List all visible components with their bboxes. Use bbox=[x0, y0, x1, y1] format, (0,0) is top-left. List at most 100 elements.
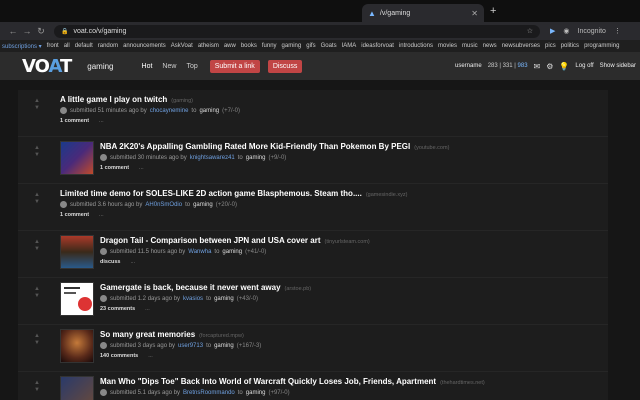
post-subverse[interactable]: gaming bbox=[214, 296, 234, 302]
post-thumbnail[interactable] bbox=[60, 141, 94, 175]
post-domain[interactable]: (gamesindie.xyz) bbox=[366, 192, 408, 198]
subscription-link[interactable]: AskVoat bbox=[171, 43, 193, 49]
post-title[interactable]: Dragon Tail - Comparison between JPN and… bbox=[100, 236, 321, 245]
more-options[interactable]: ... bbox=[99, 118, 104, 124]
subverse-name[interactable]: gaming bbox=[87, 62, 113, 71]
upvote-icon[interactable]: ▲ bbox=[32, 145, 42, 152]
subscription-link[interactable]: default bbox=[75, 43, 93, 49]
post-domain[interactable]: (thehardtimes.net) bbox=[440, 380, 485, 386]
subscription-link[interactable]: introductions bbox=[399, 43, 433, 49]
username-link[interactable]: username bbox=[455, 63, 482, 69]
tab-new[interactable]: New bbox=[162, 63, 176, 70]
comments-link[interactable]: 1 comment bbox=[100, 165, 129, 171]
close-tab-icon[interactable]: ✕ bbox=[471, 9, 478, 18]
post-subverse[interactable]: gaming bbox=[246, 155, 266, 161]
discuss-button[interactable]: Discuss bbox=[267, 59, 303, 73]
post-title[interactable]: NBA 2K20's Appalling Gambling Rated More… bbox=[100, 142, 410, 151]
upvote-icon[interactable]: ▲ bbox=[32, 98, 42, 105]
subscription-link[interactable]: ideasforvoat bbox=[361, 43, 394, 49]
post-domain[interactable]: (gaming) bbox=[171, 98, 193, 104]
back-icon[interactable]: ← bbox=[6, 26, 20, 36]
upvote-icon[interactable]: ▲ bbox=[32, 192, 42, 199]
gear-icon[interactable]: ⚙ bbox=[546, 62, 553, 71]
tab-hot[interactable]: Hot bbox=[142, 63, 153, 70]
downvote-icon[interactable]: ▼ bbox=[32, 199, 42, 206]
post-subverse[interactable]: gaming bbox=[193, 202, 213, 208]
bookmark-star-icon[interactable]: ☆ bbox=[527, 27, 533, 35]
post-subverse[interactable]: gaming bbox=[214, 343, 234, 349]
more-options[interactable]: ... bbox=[99, 212, 104, 218]
comments-link[interactable]: 140 comments bbox=[100, 353, 138, 359]
post-subverse[interactable]: gaming bbox=[222, 249, 242, 255]
post-author[interactable]: chocaynemine bbox=[150, 108, 189, 114]
subscription-link[interactable]: books bbox=[241, 43, 257, 49]
new-tab-icon[interactable]: + bbox=[490, 5, 496, 17]
post-title[interactable]: So many great memories bbox=[100, 330, 195, 339]
voat-logo[interactable]: VOAT bbox=[22, 56, 72, 77]
post-domain[interactable]: (arstoe.pb) bbox=[285, 286, 312, 292]
post-author[interactable]: BretnsRoommando bbox=[183, 390, 235, 396]
post-thumbnail[interactable] bbox=[60, 376, 94, 400]
more-options[interactable]: ... bbox=[139, 165, 144, 171]
downvote-icon[interactable]: ▼ bbox=[32, 340, 42, 347]
downvote-icon[interactable]: ▼ bbox=[32, 246, 42, 253]
post-subverse[interactable]: gaming bbox=[246, 390, 266, 396]
more-options[interactable]: ... bbox=[148, 353, 153, 359]
subscription-link[interactable]: funny bbox=[262, 43, 277, 49]
upvote-icon[interactable]: ▲ bbox=[32, 286, 42, 293]
more-options[interactable]: ... bbox=[145, 306, 150, 312]
subscription-link[interactable]: announcements bbox=[123, 43, 166, 49]
subscription-link[interactable]: front bbox=[47, 43, 59, 49]
comments-link[interactable]: 1 comment bbox=[60, 212, 89, 218]
post-title[interactable]: Gamergate is back, because it never went… bbox=[100, 283, 281, 292]
subscription-link[interactable]: aww bbox=[224, 43, 236, 49]
comments-link[interactable]: 23 comments bbox=[100, 306, 135, 312]
post-author[interactable]: kvasios bbox=[183, 296, 203, 302]
subscription-link[interactable]: programming bbox=[584, 43, 619, 49]
downvote-icon[interactable]: ▼ bbox=[32, 387, 42, 394]
show-sidebar-link[interactable]: Show sidebar bbox=[600, 63, 636, 69]
logoff-link[interactable]: Log off bbox=[575, 63, 593, 69]
post-title[interactable]: Man Who "Dips Toe" Back Into World of Wa… bbox=[100, 377, 436, 386]
upvote-icon[interactable]: ▲ bbox=[32, 239, 42, 246]
mail-icon[interactable]: ✉ bbox=[534, 62, 541, 71]
subscription-link[interactable]: gifs bbox=[306, 43, 315, 49]
subscription-link[interactable]: news bbox=[483, 43, 497, 49]
post-subverse[interactable]: gaming bbox=[199, 108, 219, 114]
subscription-link[interactable]: gaming bbox=[282, 43, 302, 49]
upvote-icon[interactable]: ▲ bbox=[32, 380, 42, 387]
downvote-icon[interactable]: ▼ bbox=[32, 152, 42, 159]
downvote-icon[interactable]: ▼ bbox=[32, 105, 42, 112]
post-author[interactable]: Wanwha bbox=[188, 249, 211, 255]
subscriptions-dropdown[interactable]: subscriptions ▾ bbox=[2, 43, 42, 50]
post-author[interactable]: AH0nSmOdio bbox=[145, 202, 182, 208]
tab-top[interactable]: Top bbox=[186, 63, 197, 70]
subscription-link[interactable]: Goats bbox=[321, 43, 337, 49]
lightbulb-icon[interactable]: 💡 bbox=[559, 62, 569, 71]
submit-link-button[interactable]: Submit a link bbox=[209, 59, 260, 73]
upvote-icon[interactable]: ▲ bbox=[32, 333, 42, 340]
browser-tab[interactable]: ▲ /v/gaming ✕ bbox=[362, 4, 484, 22]
subscription-link[interactable]: music bbox=[462, 43, 478, 49]
subscription-link[interactable]: IAMA bbox=[342, 43, 357, 49]
post-title[interactable]: Limited time demo for SOLES-LIKE 2D acti… bbox=[60, 189, 362, 198]
post-thumbnail[interactable] bbox=[60, 282, 94, 316]
post-title[interactable]: A little game I play on twitch bbox=[60, 95, 167, 104]
post-domain[interactable]: (tinyurlsteam.com) bbox=[325, 239, 370, 245]
post-author[interactable]: knightsawarez41 bbox=[190, 155, 235, 161]
subscription-link[interactable]: atheism bbox=[198, 43, 219, 49]
downvote-icon[interactable]: ▼ bbox=[32, 293, 42, 300]
forward-icon[interactable]: → bbox=[20, 26, 34, 36]
post-domain[interactable]: (forcaptured.mpw) bbox=[199, 333, 244, 339]
reload-icon[interactable]: ↻ bbox=[34, 26, 48, 37]
comments-link[interactable]: 1 comment bbox=[60, 118, 89, 124]
extension-icon[interactable]: ▶ bbox=[550, 27, 555, 35]
subscription-link[interactable]: random bbox=[98, 43, 118, 49]
more-options[interactable]: ... bbox=[130, 259, 135, 265]
subscription-link[interactable]: politics bbox=[561, 43, 579, 49]
menu-icon[interactable]: ⋮ bbox=[614, 27, 621, 35]
post-thumbnail[interactable] bbox=[60, 235, 94, 269]
subscription-link[interactable]: all bbox=[64, 43, 70, 49]
subscription-link[interactable]: movies bbox=[438, 43, 457, 49]
post-domain[interactable]: (youtube.com) bbox=[414, 145, 449, 151]
